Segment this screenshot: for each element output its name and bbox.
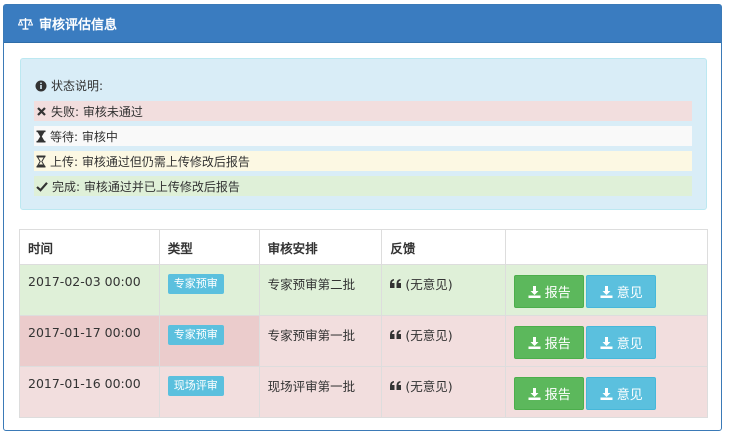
times-icon — [36, 106, 47, 117]
panel-title: 审核评估信息 — [39, 18, 118, 33]
download-report-button[interactable]: 报告 — [514, 275, 585, 308]
column-header-type: 类型 — [158, 229, 260, 265]
download-icon — [600, 285, 613, 298]
cell-arrangement: 现场评审第一批 — [258, 366, 383, 418]
report-label: 报告 — [544, 286, 571, 301]
balance-scale-icon — [18, 18, 33, 30]
legend-item-label: 失败: 审核未通过 — [51, 104, 143, 119]
table-row: 2017-01-16 00:00 现场评审 现场评审第一批 (无意见) 报告 意见 — [19, 366, 708, 418]
cell-feedback: (无意见) — [381, 264, 507, 316]
cell-actions: 报告 意见 — [505, 315, 708, 367]
quote-left-icon — [390, 381, 402, 390]
opinion-label: 意见 — [616, 286, 643, 301]
cell-type: 专家预审 — [158, 264, 260, 316]
cell-type: 专家预审 — [158, 315, 260, 367]
cell-actions: 报告 意见 — [505, 264, 708, 316]
feedback-text: (无意见) — [405, 328, 453, 343]
table-row: 2017-01-17 00:00 专家预审 专家预审第一批 (无意见) 报告 意见 — [19, 315, 708, 367]
info-circle-icon — [35, 80, 47, 92]
download-icon — [600, 336, 613, 349]
download-icon — [528, 336, 541, 349]
legend-item-label: 上传: 审核通过但仍需上传修改后报告 — [50, 154, 250, 169]
download-opinion-button[interactable]: 意见 — [586, 275, 657, 308]
legend-item-fail: 失败: 审核未通过 — [34, 101, 692, 121]
type-badge: 现场评审 — [167, 376, 224, 396]
cell-time: 2017-01-17 00:00 — [19, 315, 160, 367]
status-legend: 状态说明: 失败: 审核未通过 等待: 审核中 上传: 审核通过但仍需上传修改后… — [20, 58, 707, 210]
column-header-arrangement: 审核安排 — [258, 229, 383, 265]
download-opinion-button[interactable]: 意见 — [586, 326, 657, 359]
cell-time: 2017-02-03 00:00 — [19, 264, 160, 316]
table-row: 2017-02-03 00:00 专家预审 专家预审第二批 (无意见) 报告 意见 — [19, 264, 708, 316]
opinion-label: 意见 — [616, 388, 643, 403]
legend-item-wait: 等待: 审核中 — [34, 126, 692, 146]
legend-title-row: 状态说明: — [35, 77, 103, 94]
legend-item-upload: 上传: 审核通过但仍需上传修改后报告 — [34, 151, 692, 171]
legend-item-label: 等待: 审核中 — [50, 129, 118, 144]
report-label: 报告 — [544, 388, 571, 403]
assessment-table: 时间 类型 审核安排 反馈 2017-02-03 00:00 专家预审 专家预审… — [19, 229, 708, 418]
legend-title: 状态说明: — [51, 79, 104, 93]
quote-left-icon — [390, 279, 402, 288]
download-report-button[interactable]: 报告 — [514, 326, 585, 359]
type-badge: 专家预审 — [167, 325, 224, 345]
report-label: 报告 — [544, 337, 571, 352]
type-badge: 专家预审 — [167, 274, 224, 294]
download-icon — [528, 387, 541, 400]
download-icon — [600, 387, 613, 400]
legend-item-label: 完成: 审核通过并已上传修改后报告 — [52, 179, 240, 194]
cell-feedback: (无意见) — [381, 315, 507, 367]
quote-left-icon — [390, 330, 402, 339]
hourglass-icon — [36, 130, 46, 143]
download-report-button[interactable]: 报告 — [514, 377, 585, 410]
cell-actions: 报告 意见 — [505, 366, 708, 418]
column-header-actions — [505, 229, 708, 265]
cell-arrangement: 专家预审第二批 — [258, 264, 383, 316]
check-icon — [36, 181, 48, 192]
panel-heading: 审核评估信息 — [4, 5, 721, 43]
download-icon — [528, 285, 541, 298]
legend-item-done: 完成: 审核通过并已上传修改后报告 — [34, 176, 692, 196]
cell-arrangement: 专家预审第一批 — [258, 315, 383, 367]
hourglass-half-icon — [36, 155, 46, 168]
column-header-time: 时间 — [19, 229, 160, 265]
feedback-text: (无意见) — [405, 277, 453, 292]
feedback-text: (无意见) — [405, 379, 453, 394]
cell-feedback: (无意见) — [381, 366, 507, 418]
assessment-panel: 审核评估信息 状态说明: 失败: 审核未通过 等待: 审核中 上传: 审核通过但… — [3, 4, 722, 431]
opinion-label: 意见 — [616, 337, 643, 352]
table-header-row: 时间 类型 审核安排 反馈 — [19, 229, 708, 265]
download-opinion-button[interactable]: 意见 — [586, 377, 657, 410]
cell-time: 2017-01-16 00:00 — [19, 366, 160, 418]
cell-type: 现场评审 — [158, 366, 260, 418]
column-header-feedback: 反馈 — [381, 229, 507, 265]
